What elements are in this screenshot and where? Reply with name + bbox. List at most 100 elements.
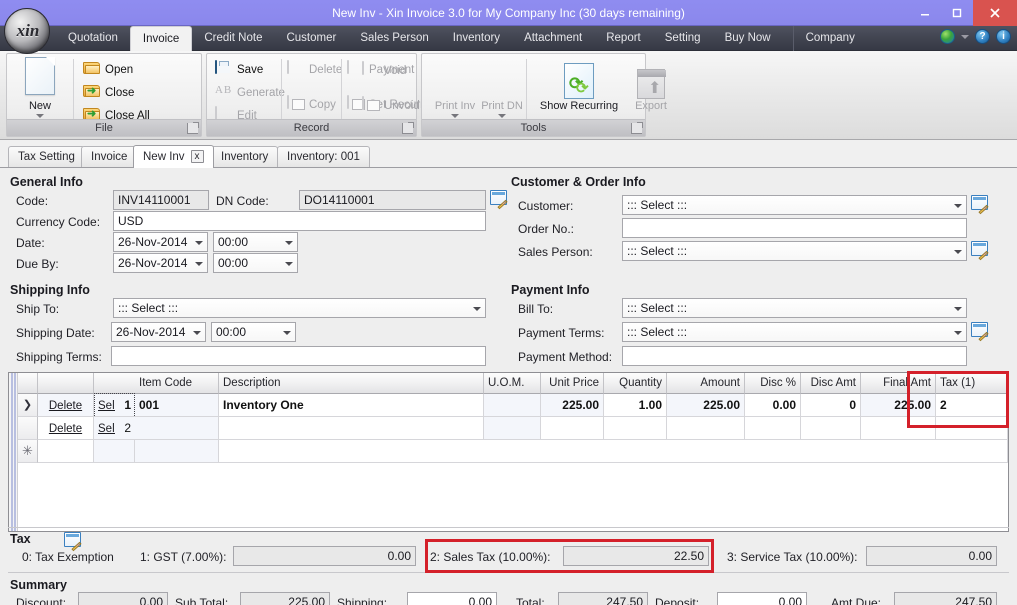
menu-item-quotation[interactable]: Quotation: [56, 26, 130, 51]
void-button[interactable]: Void: [362, 60, 406, 82]
date-picker[interactable]: 26-Nov-2014: [113, 232, 208, 252]
chevron-down-icon[interactable]: [961, 34, 969, 39]
row-unit-price-cell[interactable]: [541, 417, 604, 440]
sub-total-field[interactable]: 225.00: [240, 592, 330, 605]
file-dialog-launcher-icon[interactable]: [187, 122, 199, 134]
due-by-time-picker[interactable]: 00:00: [213, 253, 298, 273]
row-amount-cell[interactable]: 225.00: [667, 394, 745, 417]
shipping-date-picker[interactable]: 26-Nov-2014: [111, 322, 206, 342]
close-button[interactable]: [973, 0, 1017, 26]
row-description-cell[interactable]: [219, 417, 484, 440]
grid-header-disc-amt[interactable]: Disc Amt: [801, 373, 861, 394]
grid-header-item-code[interactable]: Item Code: [135, 373, 219, 394]
generate-button[interactable]: A B Generate: [215, 82, 285, 104]
chevron-down-icon[interactable]: [451, 114, 459, 118]
grid-header-delete[interactable]: [38, 373, 94, 394]
row-delete-cell[interactable]: Delete: [38, 394, 94, 417]
new-row-item-code-cell[interactable]: [135, 440, 219, 463]
payment-terms-edit-icon[interactable]: [971, 322, 989, 342]
line-items-grid[interactable]: ... Item Code Description U.O.M. Unit Pr…: [8, 372, 1009, 532]
dn-code-edit-icon[interactable]: [490, 190, 508, 210]
row-disc-amt-cell[interactable]: [801, 417, 861, 440]
tab-tax-setting[interactable]: Tax Setting: [8, 146, 85, 167]
chevron-down-icon[interactable]: [285, 262, 293, 266]
chevron-down-icon[interactable]: [193, 331, 201, 335]
minimize-button[interactable]: [909, 0, 941, 26]
new-row-delete-cell[interactable]: [38, 440, 94, 463]
payment-method-field[interactable]: [622, 346, 967, 366]
export-button[interactable]: ⬆ Export: [622, 57, 680, 112]
row-uom-cell[interactable]: [484, 417, 541, 440]
chevron-down-icon[interactable]: [195, 262, 203, 266]
grid-header-unit-price[interactable]: Unit Price: [541, 373, 604, 394]
shipping-terms-field[interactable]: [111, 346, 486, 366]
date-time-picker[interactable]: 00:00: [213, 232, 298, 252]
menu-item-customer[interactable]: Customer: [274, 26, 348, 51]
open-button[interactable]: Open: [83, 59, 133, 81]
deposit-field[interactable]: 0.00: [717, 592, 807, 605]
chevron-down-icon[interactable]: [954, 331, 962, 335]
copy-button[interactable]: Copy: [287, 94, 336, 116]
tab-new-inv[interactable]: New Inv x: [133, 145, 214, 168]
close-button-ribbon[interactable]: ➜ Close: [83, 82, 134, 104]
unvoid-button[interactable]: Unvoid: [362, 95, 420, 117]
grid-header-amount[interactable]: Amount: [667, 373, 745, 394]
row-disc-amt-cell[interactable]: 0: [801, 394, 861, 417]
service-tax-field[interactable]: 0.00: [866, 546, 997, 566]
shipping-field[interactable]: 0.00: [407, 592, 497, 605]
new-row-rest-cell[interactable]: [219, 440, 1008, 463]
grid-header-disc-pct[interactable]: Disc %: [745, 373, 801, 394]
row-final-amt-cell[interactable]: 225.00: [861, 394, 936, 417]
show-recurring-button[interactable]: ⟳ ⟳ Show Recurring: [531, 57, 627, 112]
row-quantity-cell[interactable]: 1.00: [604, 394, 667, 417]
menu-item-setting[interactable]: Setting: [653, 26, 713, 51]
menu-item-report[interactable]: Report: [594, 26, 653, 51]
code-field[interactable]: INV14110001: [113, 190, 209, 210]
new-row[interactable]: ✳: [9, 440, 1008, 463]
tab-inventory-001[interactable]: Inventory: 001: [277, 146, 370, 167]
gst-field[interactable]: 0.00: [233, 546, 416, 566]
due-by-picker[interactable]: 26-Nov-2014: [113, 253, 208, 273]
new-row-select-cell[interactable]: [94, 440, 135, 463]
tab-invoice[interactable]: Invoice: [81, 146, 138, 167]
row-tax1-cell[interactable]: [936, 417, 1008, 440]
discount-field[interactable]: 0.00: [78, 592, 168, 605]
menu-item-attachment[interactable]: Attachment: [512, 26, 594, 51]
total-field[interactable]: 247.50: [558, 592, 648, 605]
chevron-down-icon[interactable]: [498, 114, 506, 118]
order-no-field[interactable]: [622, 218, 967, 238]
amt-due-field[interactable]: 247.50: [894, 592, 997, 605]
delete-button[interactable]: Delete: [287, 59, 342, 81]
close-icon[interactable]: x: [190, 150, 204, 164]
row-delete-cell[interactable]: Delete: [38, 417, 94, 440]
tax-edit-icon[interactable]: [64, 532, 82, 552]
grid-header-tax1[interactable]: Tax (1): [936, 373, 1008, 394]
grid-header-quantity[interactable]: Quantity: [604, 373, 667, 394]
row-amount-cell[interactable]: [667, 417, 745, 440]
row-disc-pct-cell[interactable]: [745, 417, 801, 440]
sales-person-select[interactable]: ::: Select :::: [622, 241, 967, 261]
print-inv-button[interactable]: Print Inv: [428, 57, 482, 118]
table-row[interactable]: Delete Select 2: [9, 417, 1008, 440]
globe-icon[interactable]: [940, 29, 955, 44]
maximize-button[interactable]: [941, 0, 973, 26]
chevron-down-icon[interactable]: [954, 250, 962, 254]
row-tax1-cell[interactable]: 2: [936, 394, 1008, 417]
menu-item-credit-note[interactable]: Credit Note: [192, 26, 274, 51]
row-uom-cell[interactable]: [484, 394, 541, 417]
record-dialog-launcher-icon[interactable]: [402, 122, 414, 134]
tools-dialog-launcher-icon[interactable]: [631, 122, 643, 134]
row-disc-pct-cell[interactable]: 0.00: [745, 394, 801, 417]
chevron-down-icon[interactable]: [283, 331, 291, 335]
customer-edit-icon[interactable]: [971, 195, 989, 215]
print-dn-button[interactable]: Print DN: [475, 57, 529, 118]
sales-person-edit-icon[interactable]: [971, 241, 989, 261]
new-button[interactable]: New: [13, 57, 67, 118]
grid-header-description[interactable]: Description: [219, 373, 484, 394]
row-quantity-cell[interactable]: [604, 417, 667, 440]
table-row[interactable]: ❯ Delete Select 1 001 Inventory One 225.…: [9, 393, 1008, 418]
bill-to-select[interactable]: ::: Select :::: [622, 298, 967, 318]
menu-item-invoice[interactable]: Invoice: [129, 26, 193, 51]
customer-select[interactable]: ::: Select :::: [622, 195, 967, 215]
ship-to-select[interactable]: ::: Select :::: [113, 298, 486, 318]
